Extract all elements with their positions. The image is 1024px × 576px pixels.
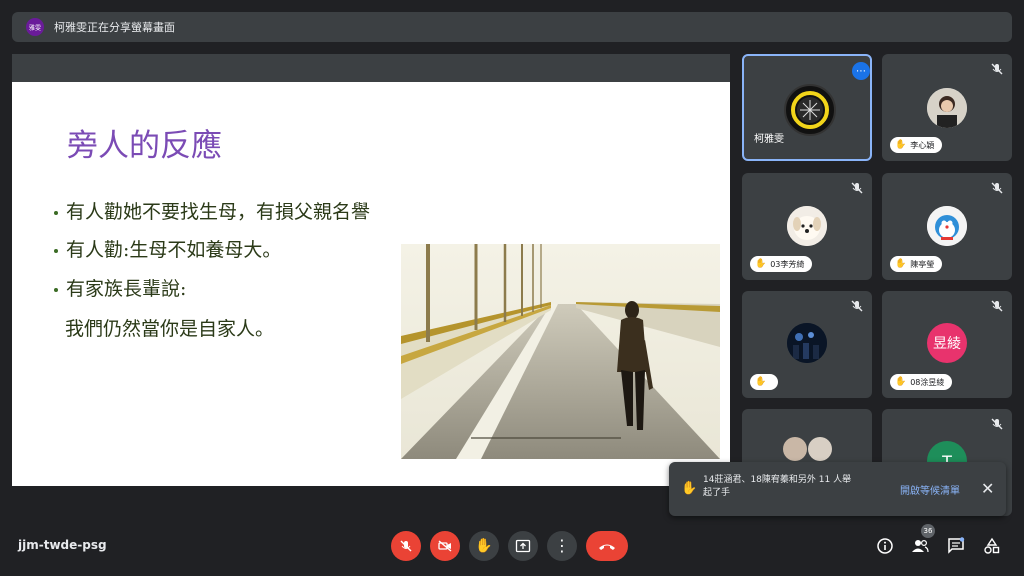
avatar <box>927 206 967 246</box>
activities-button[interactable] <box>981 535 1003 557</box>
avatar: 昱綾 <box>927 323 967 363</box>
hand-icon: ✋ <box>475 538 493 554</box>
participant-nametag: ✋ <box>750 374 779 390</box>
leave-call-button[interactable] <box>586 531 628 561</box>
camera-off-icon <box>438 540 452 552</box>
participant-tile-presenter[interactable]: ⋯ 柯雅雯 <box>742 54 872 161</box>
presentation-banner: 雅雯 柯雅雯正在分享螢幕畫面 <box>12 12 1012 42</box>
participant-tile[interactable]: ✋ 03李芳綺 <box>742 173 872 280</box>
people-icon <box>912 539 929 553</box>
participant-tile[interactable]: ✋ 李心穎 <box>882 54 1012 161</box>
present-screen-button[interactable] <box>508 531 538 561</box>
participant-nametag: ✋ 03李芳綺 <box>750 256 813 272</box>
activities-icon <box>984 537 1000 554</box>
hand-raised-icon: ✋ <box>895 259 907 269</box>
slide-bullet-3: 有家族長輩說: <box>54 274 186 301</box>
meeting-code: jjm-twde-psg <box>18 538 107 552</box>
hand-raised-icon: ✋ <box>895 377 907 387</box>
hand-raised-icon: ✋ <box>755 259 767 269</box>
slide-bullet-continuation: 我們仍然當你是自家人。 <box>65 318 275 340</box>
mic-off-icon <box>991 300 1003 312</box>
avatar <box>808 437 832 461</box>
meeting-details-button[interactable] <box>874 535 896 557</box>
participant-nametag: ✋ 陳亭瑩 <box>890 256 943 272</box>
more-vert-icon: ⋮ <box>554 536 570 555</box>
shared-slide: 旁人的反應 有人勸她不要找生母，有損父親名譽 有人勸:生母不如養母大。 有家族長… <box>12 82 730 486</box>
slide-bullet-2: 有人勸:生母不如養母大。 <box>54 235 281 262</box>
presenter-avatar: 雅雯 <box>26 18 44 36</box>
slide-title: 旁人的反應 <box>67 128 222 164</box>
mic-off-icon <box>400 540 412 552</box>
raised-hands-notification: ✋ 14莊涵君、18陳宥蓁和另外 11 人舉起了手 開啟等候清單 ✕ <box>669 462 1006 516</box>
raised-hands-message: 14莊涵君、18陳宥蓁和另外 11 人舉起了手 <box>703 475 852 498</box>
participant-tile[interactable]: ✋ <box>742 291 872 398</box>
avatar <box>927 88 967 128</box>
mic-off-icon <box>851 182 863 194</box>
close-icon[interactable]: ✕ <box>981 479 994 498</box>
mic-off-icon <box>851 300 863 312</box>
slide-photo-woman-walking-road <box>401 244 720 459</box>
participant-nametag: ✋ 李心穎 <box>890 137 943 153</box>
mic-off-icon <box>991 182 1003 194</box>
raise-hand-button[interactable]: ✋ <box>469 531 499 561</box>
participant-tile[interactable]: 昱綾 ✋ 08涂昱綾 <box>882 291 1012 398</box>
participant-tile[interactable]: ✋ 陳亭瑩 <box>882 173 1012 280</box>
hand-raised-icon: ✋ <box>755 377 767 387</box>
participants-button[interactable] <box>909 535 931 557</box>
info-icon <box>877 538 893 554</box>
avatar <box>783 437 807 461</box>
more-options-button[interactable]: ⋮ <box>547 531 577 561</box>
participant-count-badge: 36 <box>921 524 935 538</box>
hand-icon: ✋ <box>681 481 698 496</box>
presenting-title: 柯雅雯正在分享螢幕畫面 <box>54 21 175 34</box>
slide-bullet-1: 有人勸她不要找生母，有損父親名譽 <box>54 197 370 224</box>
avatar <box>784 84 836 136</box>
end-call-icon <box>599 544 615 550</box>
chat-icon <box>948 537 965 554</box>
chat-button[interactable] <box>945 535 967 557</box>
participant-nametag: ✋ 08涂昱綾 <box>890 374 953 390</box>
more-options-icon[interactable]: ⋯ <box>852 62 870 80</box>
open-queue-button[interactable]: 開啟等候清單 <box>900 482 960 497</box>
avatar <box>787 206 827 246</box>
avatar <box>787 323 827 363</box>
hand-raised-icon: ✋ <box>895 140 907 150</box>
participant-name: 柯雅雯 <box>754 134 784 145</box>
mic-toggle-button[interactable] <box>391 531 421 561</box>
present-icon <box>515 539 531 553</box>
camera-toggle-button[interactable] <box>430 531 460 561</box>
mic-off-icon <box>991 418 1003 430</box>
mic-off-icon <box>991 63 1003 75</box>
